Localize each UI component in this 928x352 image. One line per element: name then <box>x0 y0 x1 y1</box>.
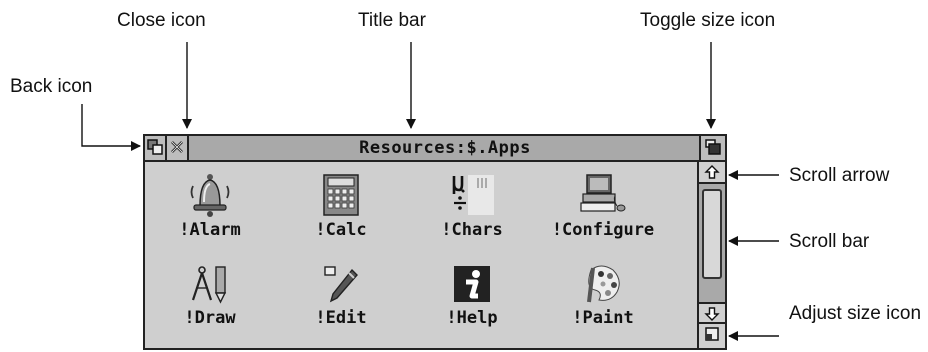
app-paint[interactable]: !Paint <box>538 264 668 328</box>
arrow-up-icon <box>704 165 720 179</box>
info-icon <box>454 266 490 302</box>
app-label-chars: !Chars <box>441 220 503 240</box>
app-label-help: !Help <box>446 308 498 328</box>
filer-window: Resources:$.Apps !Alarm !Calc !Chars !Co… <box>143 134 727 350</box>
toggle-size-icon[interactable] <box>699 136 725 160</box>
window-title: Resources:$.Apps <box>359 138 531 158</box>
app-edit[interactable]: !Edit <box>276 264 406 328</box>
close-icon[interactable] <box>167 136 189 160</box>
scroll-down-arrow[interactable] <box>699 302 725 324</box>
arrow-down-icon <box>704 307 720 321</box>
alarm-bell-icon <box>190 174 230 217</box>
app-chars[interactable]: !Chars <box>407 172 537 240</box>
app-label-alarm: !Alarm <box>179 220 241 240</box>
app-label-paint: !Paint <box>572 308 634 328</box>
app-calc[interactable]: !Calc <box>276 172 406 240</box>
vertical-scrollbar[interactable] <box>697 162 725 348</box>
chars-icon <box>452 175 494 215</box>
adjust-size-icon[interactable] <box>699 324 725 348</box>
app-alarm[interactable]: !Alarm <box>145 172 275 240</box>
leader-back-icon <box>81 104 141 151</box>
window-content: !Alarm !Calc !Chars !Configure !Draw !Ed… <box>145 162 697 348</box>
app-configure[interactable]: !Configure <box>538 172 668 240</box>
pen-icon <box>324 266 358 303</box>
compass-pencil-icon <box>191 266 227 304</box>
calculator-icon <box>323 174 359 216</box>
palette-icon <box>587 265 620 303</box>
app-label-draw: !Draw <box>184 308 236 328</box>
scroll-up-arrow[interactable] <box>699 162 725 184</box>
title-bar[interactable]: Resources:$.Apps <box>145 136 725 162</box>
back-icon[interactable] <box>145 136 167 160</box>
app-label-edit: !Edit <box>315 308 367 328</box>
resize-icon <box>705 327 719 341</box>
app-help[interactable]: !Help <box>407 264 537 328</box>
app-draw[interactable]: !Draw <box>145 264 275 328</box>
computer-icon <box>580 174 626 212</box>
app-label-configure: !Configure <box>551 220 655 240</box>
app-label-calc: !Calc <box>315 220 367 240</box>
scroll-bar-thumb[interactable] <box>702 189 722 279</box>
